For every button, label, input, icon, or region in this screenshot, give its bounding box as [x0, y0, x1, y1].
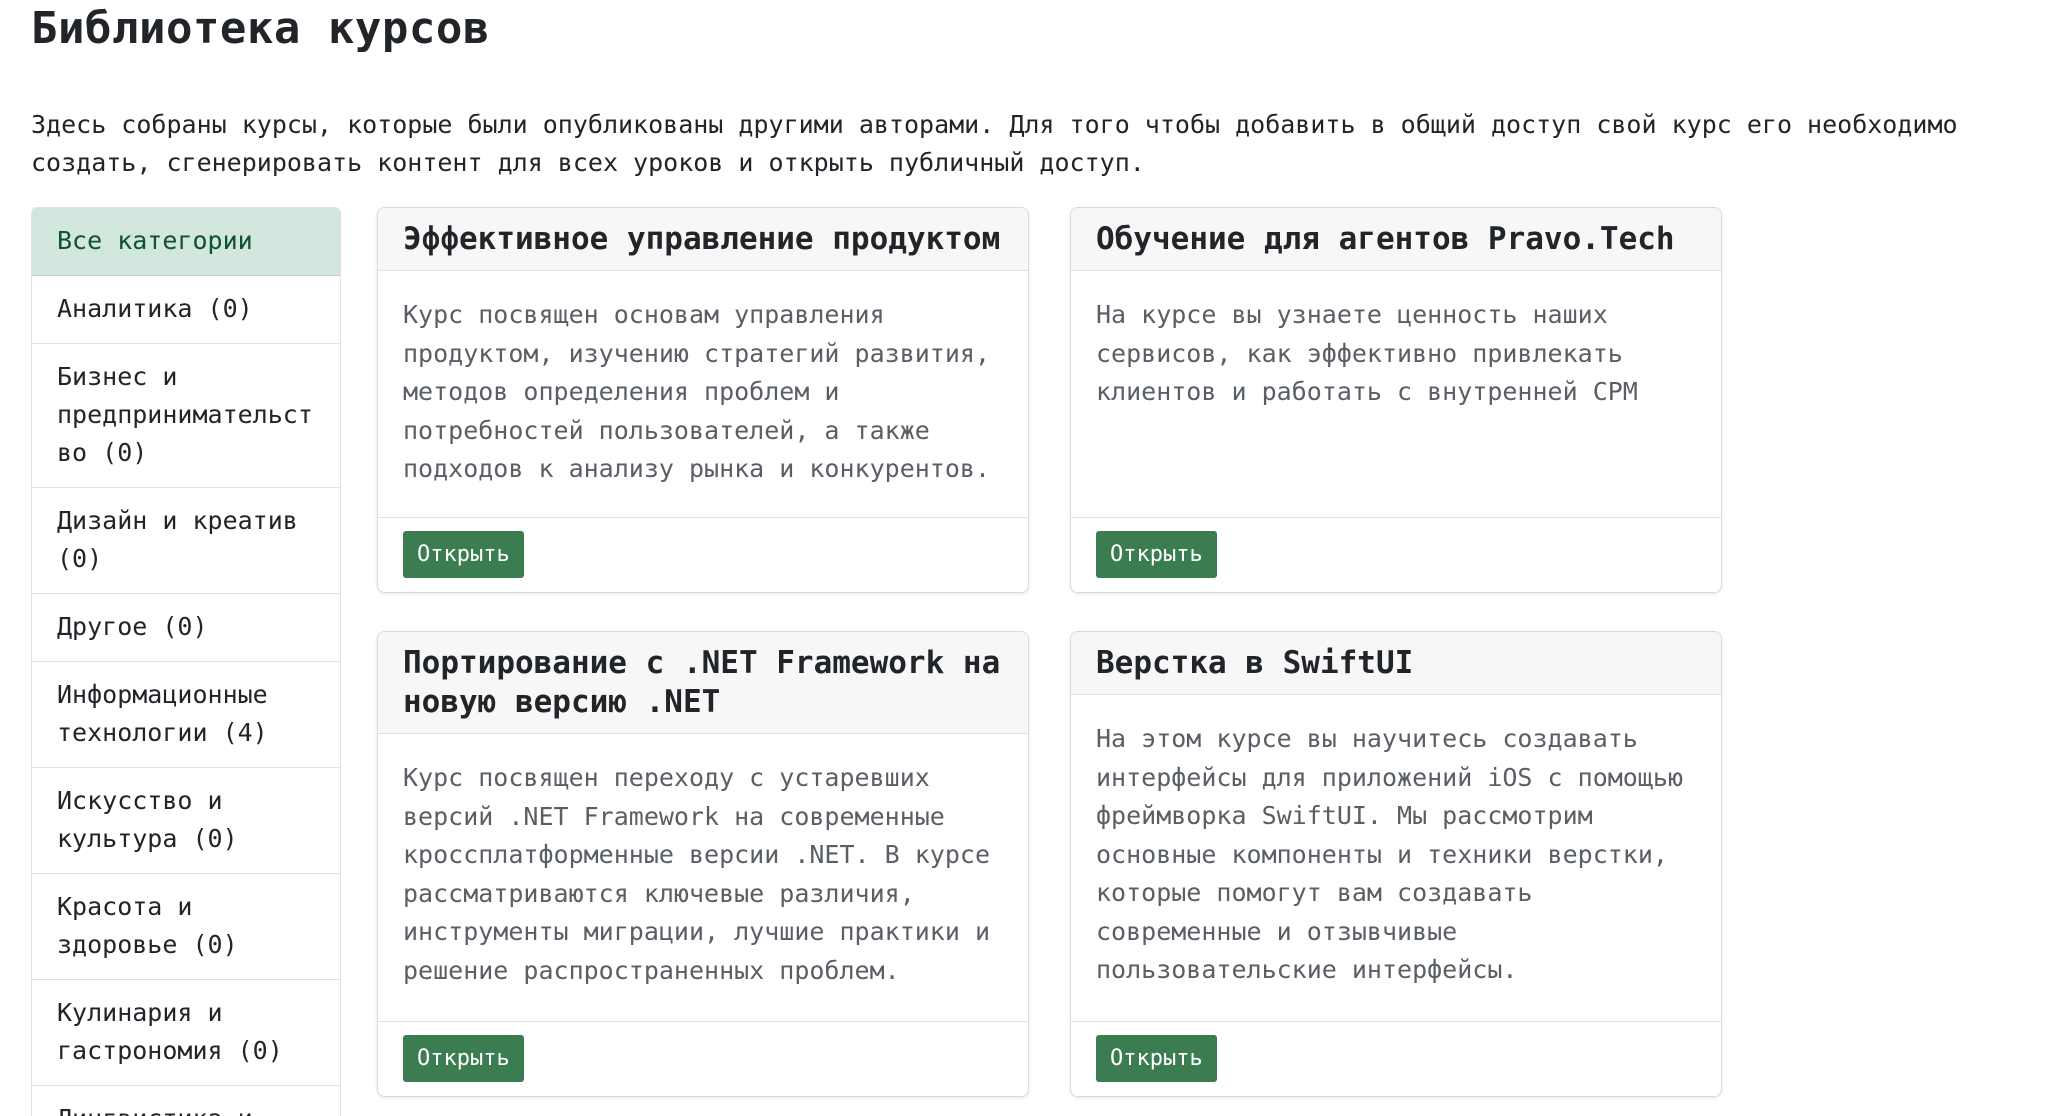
course-card-description: Курс посвящен переходу с устаревших верс…: [403, 763, 990, 985]
course-card: Верстка в SwiftUI На этом курсе вы научи…: [1070, 631, 1722, 1097]
course-library-page: Библиотека курсов Здесь собраны курсы, к…: [0, 0, 2064, 1116]
category-analytics[interactable]: Аналитика (0): [32, 276, 340, 344]
course-card-footer: Открыть: [1071, 517, 1721, 592]
open-course-button[interactable]: Открыть: [403, 531, 524, 578]
page-title: Библиотека курсов: [31, 3, 490, 54]
category-design[interactable]: Дизайн и креатив (0): [32, 488, 340, 594]
course-card-description: На этом курсе вы научитесь создавать инт…: [1096, 724, 1683, 984]
category-it[interactable]: Информационные технологии (4): [32, 662, 340, 768]
open-course-button[interactable]: Открыть: [1096, 1035, 1217, 1082]
category-linguistics[interactable]: Лингвистика и: [32, 1086, 340, 1116]
category-other[interactable]: Другое (0): [32, 594, 340, 662]
course-card-description: На курсе вы узнаете ценность наших серви…: [1096, 300, 1638, 406]
main-content: Все категории Аналитика (0) Бизнес и пре…: [31, 207, 2064, 1116]
course-card-title: Портирование с .NET Framework на новую в…: [378, 632, 1028, 734]
category-business[interactable]: Бизнес и предпринимательство (0): [32, 344, 340, 488]
course-card-title: Эффективное управление продуктом: [378, 208, 1028, 271]
category-cooking[interactable]: Кулинария и гастрономия (0): [32, 980, 340, 1086]
category-art[interactable]: Искусство и культура (0): [32, 768, 340, 874]
category-sidebar: Все категории Аналитика (0) Бизнес и пре…: [31, 207, 341, 1116]
open-course-button[interactable]: Открыть: [403, 1035, 524, 1082]
course-card-footer: Открыть: [378, 1021, 1028, 1096]
category-all[interactable]: Все категории: [32, 208, 340, 276]
course-card-description: Курс посвящен основам управления продукт…: [403, 300, 990, 483]
course-card-title: Обучение для агентов Pravo.Tech: [1071, 208, 1721, 271]
course-card-title: Верстка в SwiftUI: [1071, 632, 1721, 695]
course-card-footer: Открыть: [1071, 1021, 1721, 1096]
open-course-button[interactable]: Открыть: [1096, 531, 1217, 578]
course-card: Эффективное управление продуктом Курс по…: [377, 207, 1029, 593]
category-beauty[interactable]: Красота и здоровье (0): [32, 874, 340, 980]
course-card-footer: Открыть: [378, 517, 1028, 592]
course-card: Обучение для агентов Pravo.Tech На курсе…: [1070, 207, 1722, 593]
page-intro: Здесь собраны курсы, которые были опубли…: [31, 110, 1958, 177]
course-card: Портирование с .NET Framework на новую в…: [377, 631, 1029, 1097]
